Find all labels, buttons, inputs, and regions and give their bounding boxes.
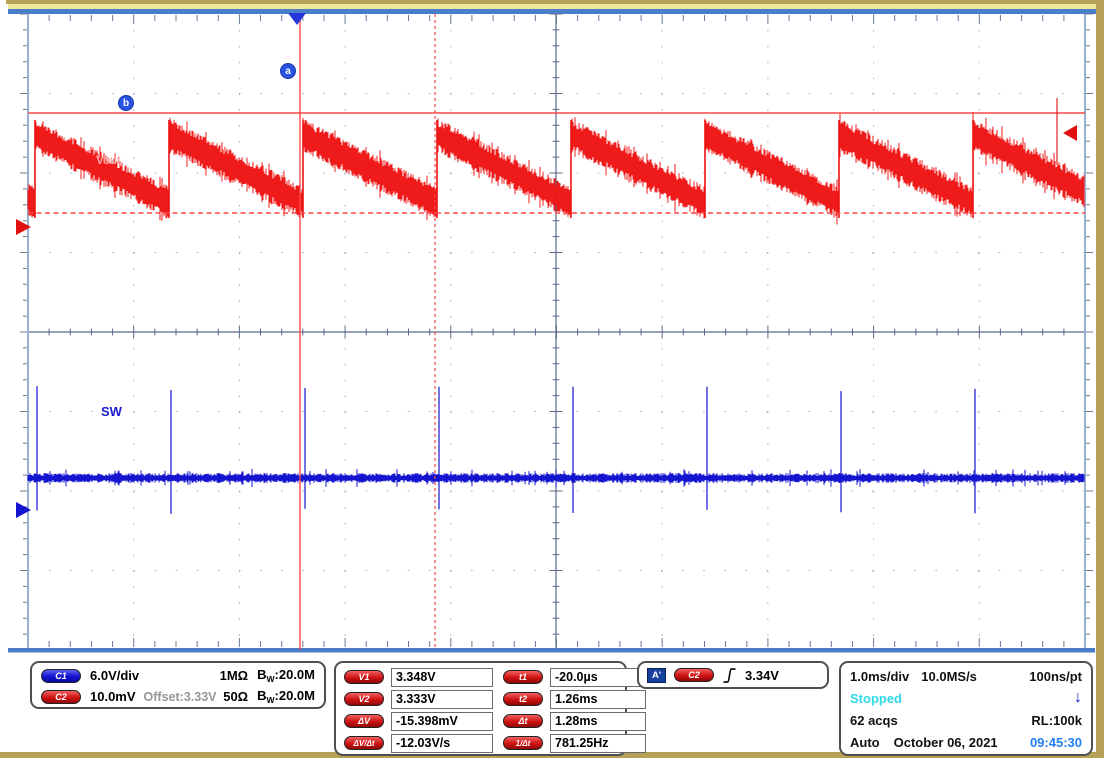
t2-badge: t2 <box>503 692 543 706</box>
c1-impedance: 1MΩ <box>220 668 248 683</box>
clock: 09:45:30 <box>1030 735 1082 750</box>
acquisition-panel[interactable]: 1.0ms/div 10.0MS/s 100ns/pt Stopped ↓ 62… <box>839 661 1093 756</box>
dt-badge: Δt <box>503 714 543 728</box>
dvdt-badge: ΔV/Δt <box>344 736 384 750</box>
c2-impedance: 50Ω <box>223 689 248 704</box>
readout-t2: t2 1.26ms <box>503 689 646 709</box>
t1-badge: t1 <box>503 670 543 684</box>
readout-dvdt: ΔV/Δt -12.03V/s <box>344 733 493 753</box>
cursor-a-badge[interactable]: a <box>280 63 296 79</box>
timebase: 1.0ms/div <box>850 669 909 684</box>
readout-t1: t1 -20.0µs <box>503 667 646 687</box>
sw-trace-spikes <box>37 386 975 514</box>
v2-value: 3.333V <box>391 690 493 709</box>
channel-settings-panel[interactable]: C1 6.0V/div 1MΩ BW:20.0M C2 10.0mV Offse… <box>30 661 326 709</box>
cursor-readout-panel: V1 3.348V V2 3.333V ΔV -15.398mV ΔV/Δt -… <box>334 661 627 756</box>
trigger-position-marker[interactable] <box>288 13 306 25</box>
acq-status: Stopped <box>850 691 902 706</box>
readout-v2: V2 3.333V <box>344 689 493 709</box>
dt-value: 1.28ms <box>550 712 646 731</box>
t1-value: -20.0µs <box>550 668 646 687</box>
trigger-panel[interactable]: A' C2 3.34V <box>637 661 829 689</box>
sw-trace-label: SW <box>101 404 122 419</box>
cursor-b-label: b <box>123 98 129 109</box>
t2-value: 1.26ms <box>550 690 646 709</box>
cursor-a-label: a <box>285 66 291 77</box>
v1-value: 3.348V <box>391 668 493 687</box>
c2-reference-arrow[interactable] <box>16 219 31 235</box>
freq-badge: 1/Δt <box>503 736 543 750</box>
readout-v1: V1 3.348V <box>344 667 493 687</box>
c2-scale: 10.0mV <box>90 689 136 704</box>
c1-scale: 6.0V/div <box>90 668 139 683</box>
trigger-level: 3.34V <box>745 668 779 683</box>
readout-dt: Δt 1.28ms <box>503 711 646 731</box>
trigger-mode-badge[interactable]: A' <box>647 668 666 683</box>
oscilloscope-screen: a b Vout SW C1 6.0V/div 1MΩ BW:20.0M C2 … <box>0 0 1120 760</box>
trigger-source-badge[interactable]: C2 <box>674 668 714 682</box>
v2-badge: V2 <box>344 692 384 706</box>
channel-row-c2[interactable]: C2 10.0mV Offset:3.33V 50Ω BW:20.0M <box>41 686 315 707</box>
frame-right <box>1096 0 1104 757</box>
c2-badge[interactable]: C2 <box>41 690 81 704</box>
date: October 06, 2021 <box>894 735 998 750</box>
trigger-level-arrow[interactable] <box>1063 125 1077 141</box>
c1-badge[interactable]: C1 <box>41 669 81 683</box>
c2-bandwidth: BW:20.0M <box>257 688 315 705</box>
c2-offset: Offset:3.33V <box>144 690 217 704</box>
v1-badge: V1 <box>344 670 384 684</box>
dv-value: -15.398mV <box>391 712 493 731</box>
channel-row-c1[interactable]: C1 6.0V/div 1MΩ BW:20.0M <box>41 665 315 686</box>
c1-bandwidth: BW:20.0M <box>257 667 315 684</box>
graticule-display <box>20 14 1093 656</box>
readout-freq: 1/Δt 781.25Hz <box>503 733 646 753</box>
record-length: RL:100k <box>1031 713 1082 728</box>
resolution: 100ns/pt <box>1029 669 1082 684</box>
c1-reference-arrow[interactable] <box>16 502 31 518</box>
dvdt-value: -12.03V/s <box>391 734 493 753</box>
trigger-indicator-icon: ↓ <box>1074 691 1082 705</box>
sw-trace <box>28 469 1084 487</box>
dv-badge: ΔV <box>344 714 384 728</box>
trigger-mode: Auto <box>850 735 880 750</box>
bottom-blue-strip <box>8 648 1095 653</box>
cursor-b-badge[interactable]: b <box>118 95 134 111</box>
rising-edge-icon <box>722 667 737 684</box>
readout-dv: ΔV -15.398mV <box>344 711 493 731</box>
vout-trace-label: Vout <box>96 155 121 167</box>
acq-count: 62 acqs <box>850 713 898 728</box>
sample-rate: 10.0MS/s <box>921 669 977 684</box>
freq-value: 781.25Hz <box>550 734 646 753</box>
